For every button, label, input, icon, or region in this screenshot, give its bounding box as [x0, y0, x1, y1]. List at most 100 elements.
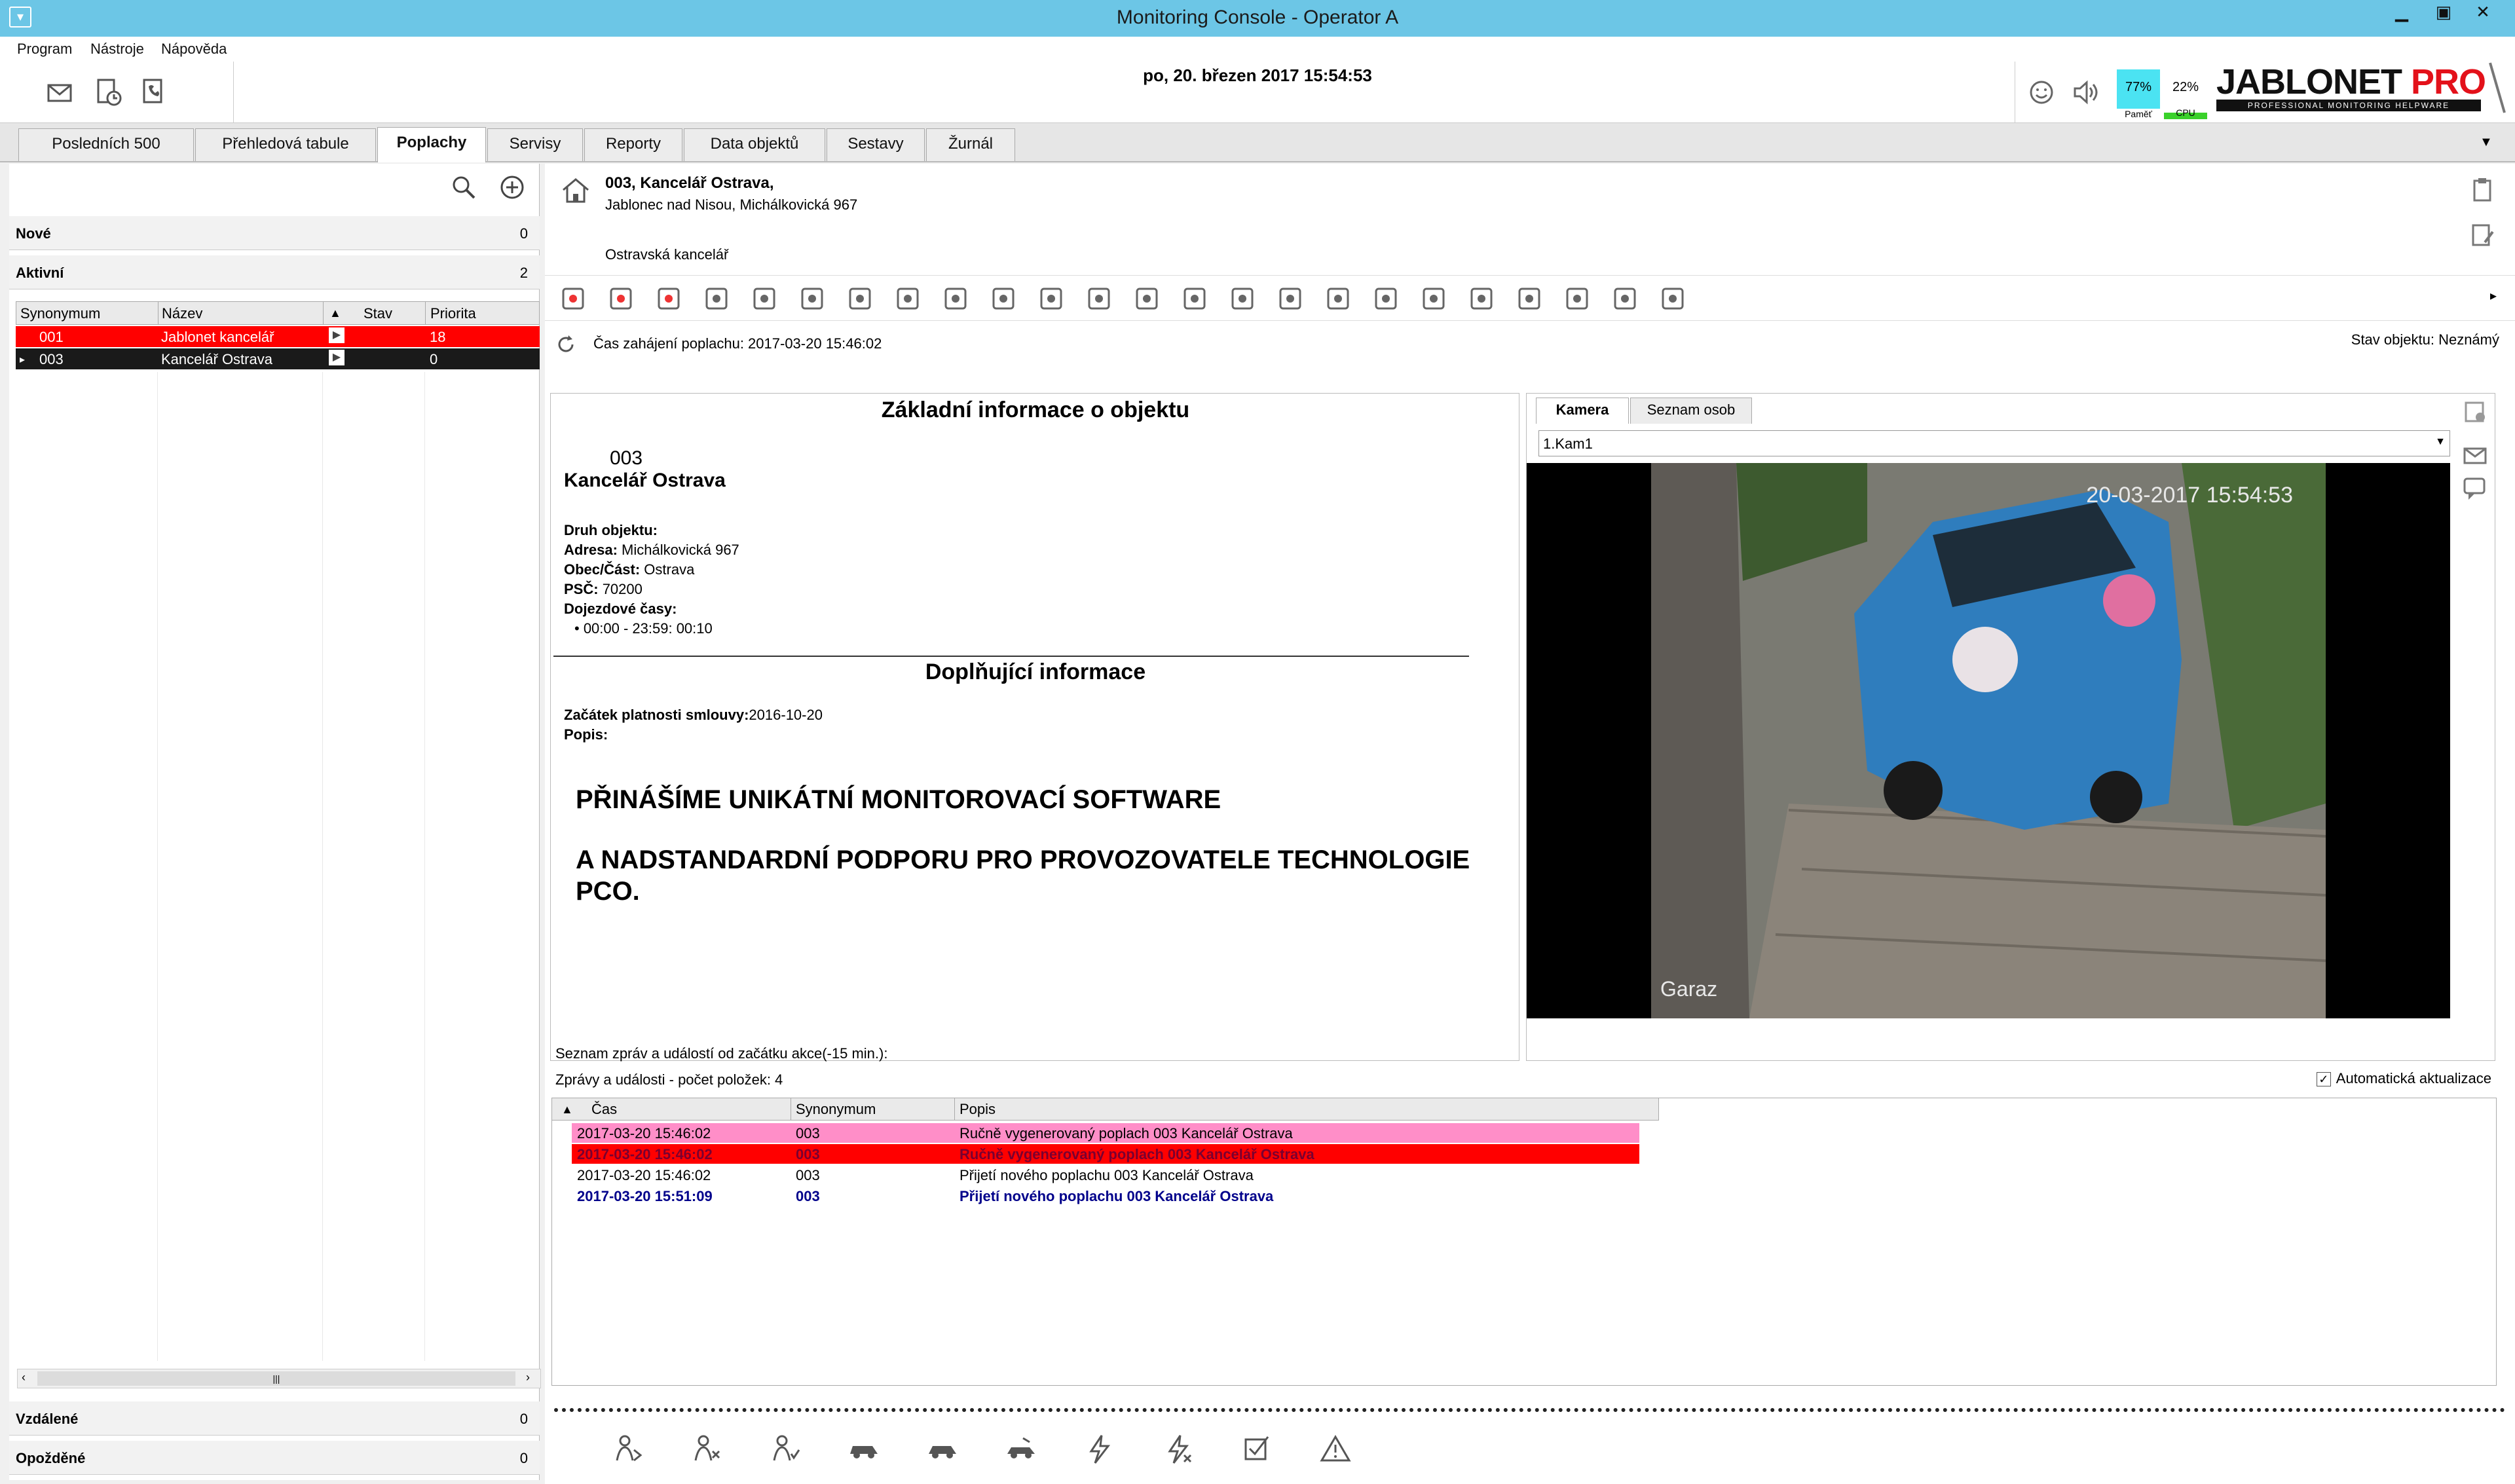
photo-icon[interactable]	[987, 284, 1020, 314]
message-row[interactable]: 2017-03-20 15:46:02 003 Ručně vygenerova…	[572, 1144, 1639, 1164]
jablonet-pro-logo: JABLONET PRO PROFESSIONAL MONITORING HEL…	[2211, 60, 2486, 117]
car-icon[interactable]	[1178, 284, 1211, 314]
state-play-icon[interactable]: ▶	[329, 350, 345, 365]
calculator-icon[interactable]	[844, 284, 876, 314]
object-state: Stav objektu: Neznámý	[2351, 331, 2499, 348]
section-aktivni[interactable]: Aktivní 2	[9, 255, 540, 289]
message-row[interactable]: 2017-03-20 15:51:09 003 Přijetí nového p…	[572, 1186, 1639, 1206]
menu-napoveda[interactable]: Nápověda	[161, 41, 227, 58]
tab-sestavy[interactable]: Sestavy	[827, 128, 925, 161]
state-play-icon[interactable]: ▶	[329, 327, 345, 343]
tab-reporty[interactable]: Reporty	[584, 128, 682, 161]
document-icon[interactable]	[1322, 284, 1354, 314]
maximize-button[interactable]: ▣	[2423, 0, 2464, 25]
footsteps-icon[interactable]	[939, 284, 972, 314]
search-settings-icon[interactable]	[1656, 284, 1689, 314]
home-alarm-icon[interactable]	[652, 284, 685, 314]
checklist-icon[interactable]	[1465, 284, 1498, 314]
row-expand-icon[interactable]: ▸	[20, 353, 25, 366]
toolbar-more-icon[interactable]: ▸	[2490, 288, 2497, 304]
message-row[interactable]: 2017-03-20 15:46:02 003 Přijetí nového p…	[572, 1165, 1639, 1185]
car-dispatch-icon[interactable]	[925, 1432, 960, 1467]
close-button[interactable]: ✕	[2463, 0, 2503, 25]
signal-icon[interactable]	[1513, 284, 1546, 314]
logo-tagline: PROFESSIONAL MONITORING HELPWARE	[2216, 100, 2481, 111]
car-return-icon[interactable]	[1003, 1432, 1039, 1467]
lock-icon[interactable]	[1369, 284, 1402, 314]
person-card-icon[interactable]	[1561, 284, 1593, 314]
attachment-icon[interactable]	[1417, 284, 1450, 314]
users-icon[interactable]	[700, 284, 733, 314]
smiley-icon[interactable]	[2025, 76, 2058, 109]
menu-program[interactable]: Program	[17, 41, 72, 58]
section-nove[interactable]: Nové 0	[9, 216, 540, 250]
camera-select-value: 1.Kam1	[1543, 436, 1593, 452]
lightning-off-icon[interactable]	[1161, 1432, 1196, 1467]
checkbox-icon[interactable]	[1239, 1432, 1275, 1467]
refresh-icon[interactable]	[554, 333, 578, 356]
menu-nastroje[interactable]: Nástroje	[90, 41, 144, 58]
tab-servisy[interactable]: Servisy	[487, 128, 583, 161]
alarm-grid-header: Synonymum Název ▲ Stav Priorita	[16, 301, 540, 325]
person-cancel-icon[interactable]	[689, 1432, 724, 1467]
pulse-icon[interactable]	[1226, 284, 1259, 314]
horizontal-scrollbar[interactable]: ‹ ||| ›	[17, 1369, 541, 1388]
col-priorita[interactable]: Priorita	[430, 305, 476, 322]
tab-data-objektu[interactable]: Data objektů	[684, 128, 825, 161]
col-popis[interactable]: Popis	[959, 1101, 996, 1118]
add-icon[interactable]	[498, 173, 527, 202]
camera-mail-icon[interactable]	[2461, 441, 2489, 470]
col-synonymum[interactable]: Synonymum	[796, 1101, 876, 1118]
message-row[interactable]: 2017-03-20 15:46:02 003 Ručně vygenerova…	[572, 1123, 1639, 1143]
camera-settings-icon[interactable]	[2461, 398, 2489, 426]
gun-icon[interactable]	[1130, 284, 1163, 314]
auto-update-checkbox[interactable]: ✓ Automatická aktualizace	[2316, 1070, 2491, 1087]
col-synonymum[interactable]: Synonymum	[20, 305, 100, 322]
speaker-icon[interactable]	[2068, 76, 2101, 109]
car-icon[interactable]	[846, 1432, 882, 1467]
warning-icon[interactable]	[1318, 1432, 1353, 1467]
splitter[interactable]	[554, 1408, 2506, 1421]
sort-asc-icon[interactable]: ▲	[329, 306, 341, 320]
scroll-left-icon[interactable]: ‹	[22, 1371, 26, 1384]
sort-asc-icon[interactable]: ▲	[561, 1103, 573, 1117]
minimize-button[interactable]: ▁	[2381, 0, 2422, 25]
alarm-row[interactable]: ▸ 003 Kancelář Ostrava ▶ 0	[16, 348, 540, 369]
scrollbar-thumb[interactable]: |||	[37, 1371, 515, 1386]
search-icon[interactable]	[449, 173, 478, 202]
clipboard-edit-icon[interactable]	[2468, 220, 2497, 249]
person-check-icon[interactable]	[768, 1432, 803, 1467]
alarm-row[interactable]: 001 Jablonet kancelář ▶ 18	[16, 326, 540, 347]
home-alert-icon[interactable]	[557, 284, 589, 314]
checkbox-checked-icon[interactable]: ✓	[2316, 1072, 2331, 1087]
tab-prehledova-tabule[interactable]: Přehledová tabule	[195, 128, 376, 161]
keyboard-icon[interactable]	[1609, 284, 1641, 314]
map-book-icon[interactable]	[748, 284, 781, 314]
camera-chat-icon[interactable]	[2461, 475, 2489, 504]
megaphone-icon[interactable]	[796, 284, 829, 314]
tabs-overflow-icon[interactable]: ▼	[2480, 135, 2493, 150]
panel-icon[interactable]	[1274, 284, 1307, 314]
camera-select[interactable]: 1.Kam1 ▼	[1538, 430, 2450, 456]
scroll-right-icon[interactable]: ›	[526, 1371, 530, 1384]
chevron-down-icon[interactable]: ▼	[2435, 436, 2446, 448]
section-opozdene[interactable]: Opožděné 0	[9, 1441, 540, 1475]
tab-poslednich-500[interactable]: Posledních 500	[18, 128, 194, 161]
section-opozdene-count: 0	[519, 1450, 528, 1466]
lightning-icon[interactable]	[1082, 1432, 1117, 1467]
col-stav[interactable]: Stav	[363, 305, 392, 322]
tab-poplachy[interactable]: Poplachy	[377, 127, 486, 162]
clipboard-icon[interactable]	[2468, 176, 2497, 204]
map-icon[interactable]	[1083, 284, 1115, 314]
tab-zurnal[interactable]: Žurnál	[926, 128, 1015, 161]
tab-seznam-osob[interactable]: Seznam osob	[1630, 398, 1752, 424]
section-vzdalene[interactable]: Vzdálené 0	[9, 1401, 540, 1436]
col-nazev[interactable]: Název	[162, 305, 202, 322]
clock-icon[interactable]	[891, 284, 924, 314]
person-go-icon[interactable]	[610, 1432, 646, 1467]
tab-kamera[interactable]: Kamera	[1536, 398, 1629, 424]
object-detail-panel: 003, Kancelář Ostrava, Jablonec nad Niso…	[545, 164, 2515, 1484]
globe-icon[interactable]	[1035, 284, 1068, 314]
home-info-icon[interactable]	[605, 284, 637, 314]
col-cas[interactable]: Čas	[591, 1101, 617, 1118]
